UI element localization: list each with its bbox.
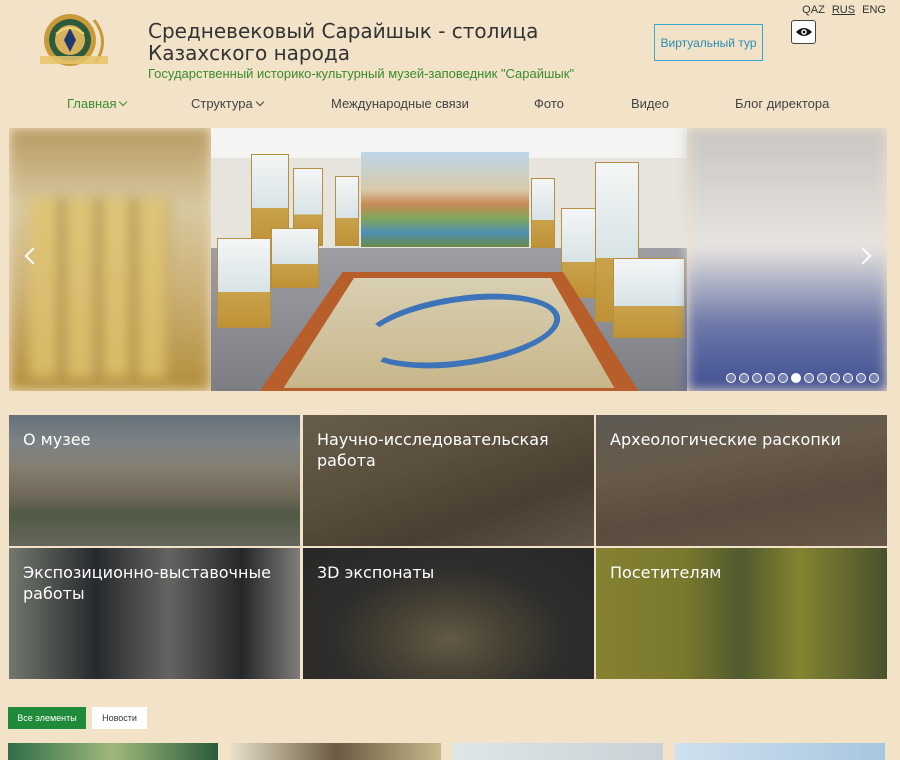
nav-item-photo[interactable]: Фото [534,96,564,111]
slider-dot[interactable] [856,373,866,383]
slide-next-preview [687,128,887,391]
tile-label: Археологические раскопки [610,430,841,449]
slider-dot[interactable] [791,373,801,383]
tile-label: 3D экспонаты [317,563,435,582]
news-thumbnail[interactable] [231,743,441,760]
eye-icon [795,28,812,36]
slider-dot[interactable] [843,373,853,383]
slider-dot[interactable] [752,373,762,383]
chevron-down-icon [255,97,264,107]
lang-eng[interactable]: ENG [862,4,886,16]
nav-item-director-blog[interactable]: Блог директора [735,96,829,111]
news-thumbnail[interactable] [8,743,218,760]
virtual-tour-button[interactable]: Виртуальный тур [654,24,763,61]
nav-item-video[interactable]: Видео [631,96,669,111]
tile-label: Научно-исследовательская работа [317,430,549,470]
main-nav: Главная Структура Международные связи Фо… [0,96,900,118]
tile-research[interactable]: Научно-исследовательская работа [303,415,594,546]
news-thumbnail[interactable] [675,743,885,760]
slider-pagination [726,373,879,383]
slide-current-image [211,128,687,391]
slider-dot[interactable] [739,373,749,383]
news-thumbnail[interactable] [453,743,663,760]
lang-rus[interactable]: RUS [832,4,855,16]
filter-news-button[interactable]: Новости [92,707,147,729]
tile-exhibitions[interactable]: Экспозиционно-выставочные работы [9,548,300,679]
filter-all-button[interactable]: Все элементы [8,707,86,729]
slider-dot[interactable] [804,373,814,383]
slider-dot[interactable] [726,373,736,383]
chevron-down-icon [119,97,128,107]
language-switcher: QAZ RUS ENG [798,4,886,16]
tile-visitors[interactable]: Посетителям [596,548,887,679]
nav-item-label: Структура [191,96,253,111]
nav-item-international[interactable]: Международные связи [331,96,469,111]
tile-label: Экспозиционно-выставочные работы [23,563,271,603]
slider-dot[interactable] [765,373,775,383]
lang-qaz[interactable]: QAZ [802,4,825,16]
tile-label: О музее [23,430,91,449]
site-subtitle: Государственный историко-культурный музе… [148,66,575,81]
slider-dot[interactable] [830,373,840,383]
image-slider[interactable] [9,128,887,391]
slide-prev-preview [9,128,211,391]
slider-dot[interactable] [778,373,788,383]
tile-3d-exhibits[interactable]: 3D экспонаты [303,548,594,679]
nav-item-structure[interactable]: Структура [191,96,264,111]
category-tiles: О музее Научно-исследовательская работа … [9,415,887,680]
tile-excavations[interactable]: Археологические раскопки [596,415,887,546]
tile-label: Посетителям [610,563,722,582]
tile-about-museum[interactable]: О музее [9,415,300,546]
slider-dot[interactable] [869,373,879,383]
nav-item-home[interactable]: Главная [67,96,128,111]
nav-item-label: Главная [67,96,117,111]
accessibility-eye-button[interactable] [791,20,816,44]
museum-logo[interactable] [36,12,112,68]
slider-dot[interactable] [817,373,827,383]
site-title: Средневековый Сарайшык - столица Казахск… [148,19,539,65]
